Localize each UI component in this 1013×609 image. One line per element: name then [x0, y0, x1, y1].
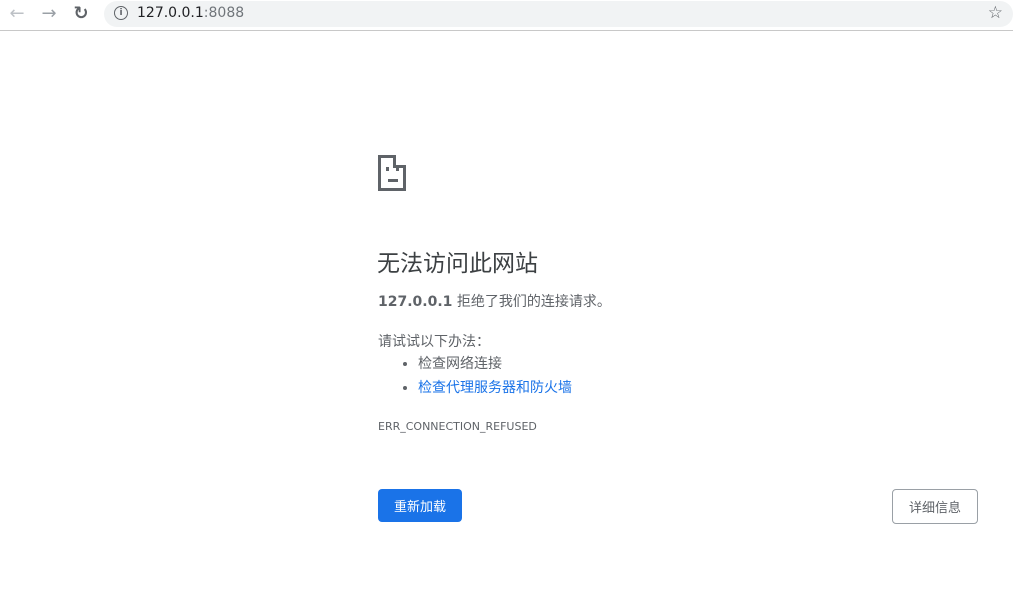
info-icon[interactable]: i — [114, 6, 128, 20]
try-label: 请试试以下办法： — [378, 334, 490, 350]
back-button[interactable]: ← — [5, 3, 29, 25]
suggestion-check-proxy-link[interactable]: 检查代理服务器和防火墙 — [418, 380, 572, 396]
reload-page-button[interactable]: 重新加载 — [378, 489, 462, 522]
error-title: 无法访问此网站 — [377, 251, 538, 277]
url-text[interactable]: 127.0.0.1:8088 — [137, 5, 244, 21]
error-code: ERR_CONNECTION_REFUSED — [378, 420, 537, 433]
details-button[interactable]: 详细信息 — [892, 489, 978, 524]
error-message: 127.0.0.1 拒绝了我们的连接请求。 — [378, 291, 611, 311]
suggestion-list: 检查网络连接 检查代理服务器和防火墙 — [378, 352, 572, 400]
forward-button[interactable]: → — [37, 3, 61, 25]
error-message-text: 拒绝了我们的连接请求。 — [452, 294, 611, 310]
reload-button[interactable]: ↻ — [69, 3, 93, 25]
url-port: :8088 — [203, 5, 245, 21]
error-host: 127.0.0.1 — [378, 294, 453, 310]
sad-page-icon — [378, 155, 406, 191]
url-host: 127.0.0.1 — [137, 5, 204, 21]
address-bar[interactable]: i 127.0.0.1:8088 ☆ — [104, 1, 1013, 27]
suggestion-check-network: 检查网络连接 — [418, 352, 572, 376]
bookmark-star-icon[interactable]: ☆ — [988, 3, 1003, 23]
browser-toolbar: ← → ↻ i 127.0.0.1:8088 ☆ — [0, 0, 1013, 31]
